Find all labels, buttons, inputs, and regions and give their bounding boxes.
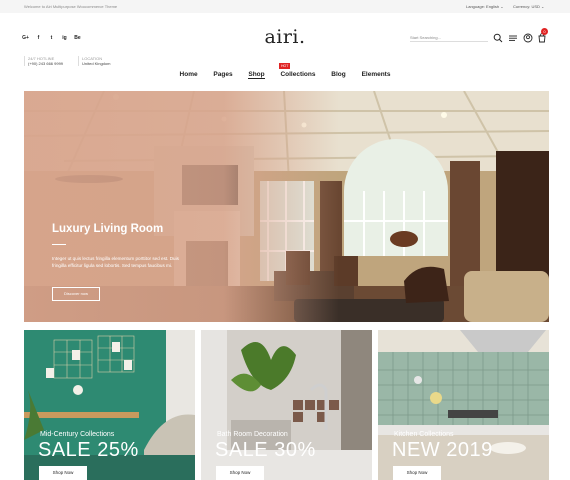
nav-item-pages[interactable]: Pages [213,71,232,78]
top-bar: Welcome to Airi Multipurpose Woocommerce… [0,0,570,13]
tile-category: Bath Room Decoration [217,431,288,438]
shop-now-button[interactable]: Shop Now [393,466,441,480]
language-label: Language: English [466,4,500,9]
tile-sale-text: SALE 25% [38,439,139,461]
location-value: United Kingdom [82,61,111,66]
shop-now-button[interactable]: Shop Now [39,466,87,480]
search-icon[interactable] [493,33,503,43]
tile-category: Kitchen Collections [394,431,454,438]
cart-count-badge: 0 [541,28,548,35]
collection-tile-bath-room[interactable]: Bath Room Decoration SALE 30% Shop Now [201,330,372,480]
hot-badge: HOT [279,63,291,69]
menu-icon[interactable] [508,33,518,43]
currency-selector[interactable]: Currency: USD ⌄ [513,4,544,9]
location-info: LOCATION United Kingdom [82,56,110,66]
account-icon[interactable] [523,33,533,43]
currency-label: Currency: USD [513,4,540,9]
tile-sale-text: SALE 30% [215,439,316,461]
divider [78,56,79,66]
nav-item-elements[interactable]: Elements [362,71,391,78]
search-input[interactable]: Start Searching... [410,33,488,42]
nav-item-home[interactable]: Home [180,71,198,78]
welcome-text: Welcome to Airi Multipurpose Woocommerce… [24,4,118,9]
nav-item-collections[interactable]: Collections [280,71,315,78]
language-selector[interactable]: Language: English ⌄ [466,4,504,9]
nav-item-shop[interactable]: Shop [248,71,265,79]
discover-now-button[interactable]: Discover now [52,287,100,301]
divider [24,56,25,66]
tile-sale-text: NEW 2019 [392,439,493,461]
hotline-info: 24/7 HOTLINE (+90) 243 666 9999 [28,56,63,66]
hero-divider [52,244,66,245]
hero-banner [24,91,549,322]
hero-title: Luxury Living Room [52,223,164,235]
hero-description: Integer ut quis lectus fringilla element… [52,256,179,268]
hero-overlay [24,91,549,322]
main-nav: Home Pages Shop Collections Blog Element… [0,71,570,79]
nav-item-blog[interactable]: Blog [331,71,345,78]
collection-tile-kitchen[interactable]: Kitchen Collections NEW 2019 Shop Now [378,330,549,480]
hotline-value[interactable]: (+90) 243 666 9999 [28,61,63,66]
tile-category: Mid-Century Collections [40,431,115,438]
collection-tile-mid-century[interactable]: Mid-Century Collections SALE 25% Shop No… [24,330,195,480]
shop-now-button[interactable]: Shop Now [216,466,264,480]
